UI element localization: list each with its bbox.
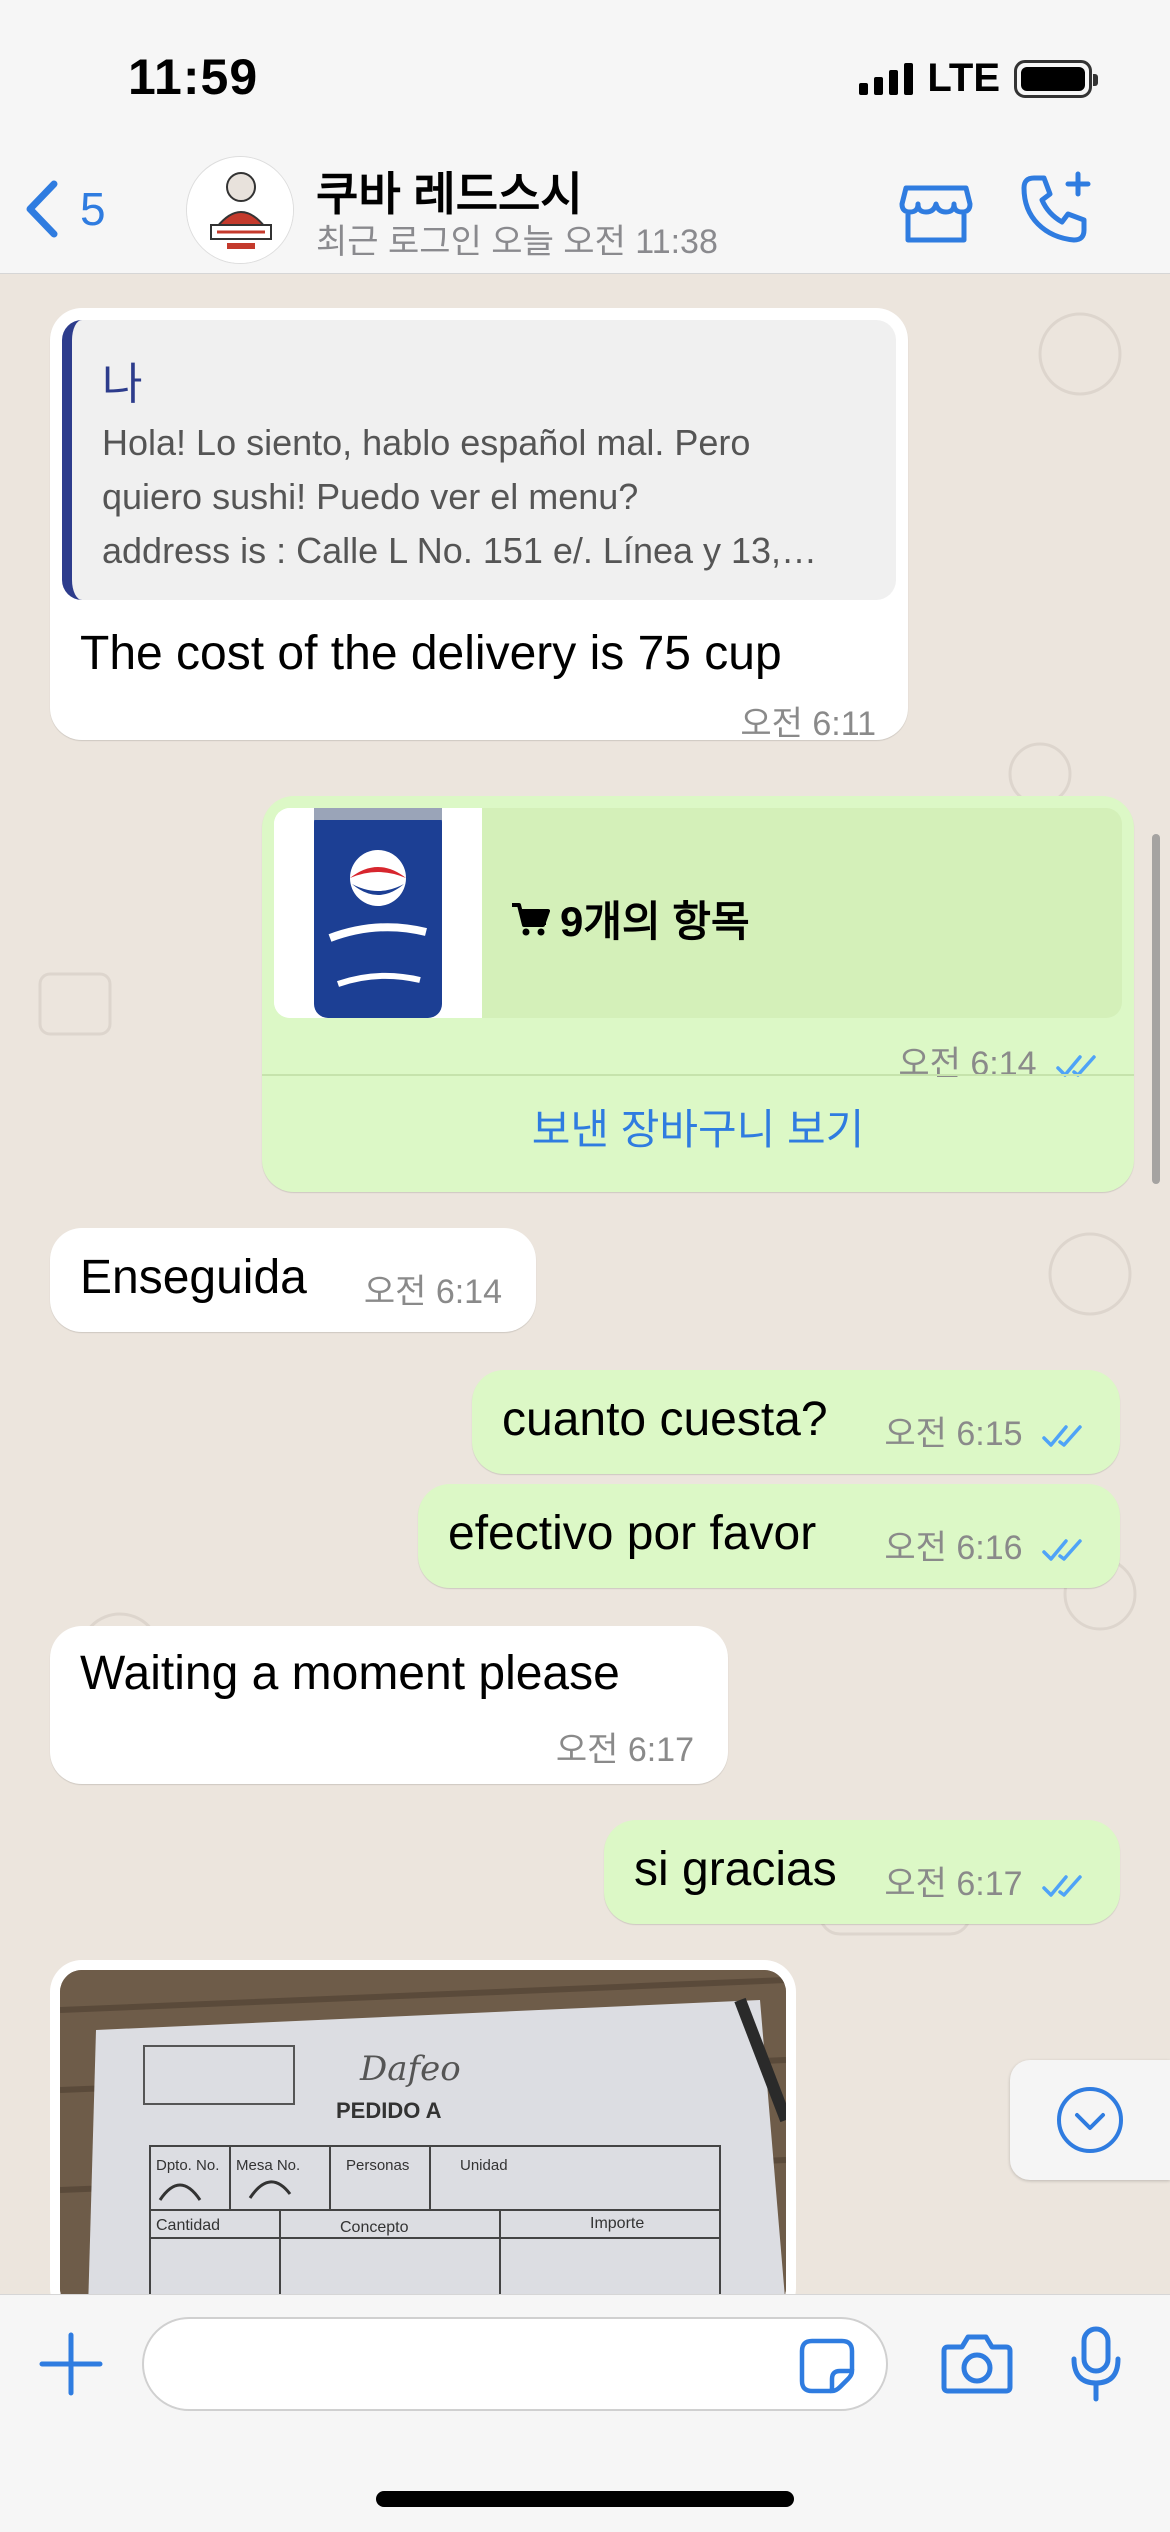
quote-author: 나 <box>102 360 143 409</box>
divider <box>262 1074 1134 1076</box>
message-time: 오전 6:15 <box>884 1415 1023 1453</box>
sticker-icon <box>799 2338 855 2394</box>
chat-area[interactable]: 나 Hola! Lo siento, hablo español mal. Pe… <box>0 274 1170 2294</box>
form-row-header: Cantidad <box>156 2217 220 2234</box>
product-thumbnail <box>274 808 482 1018</box>
attach-button[interactable] <box>36 2329 106 2399</box>
quoted-message[interactable]: 나 Hola! Lo siento, hablo español mal. Pe… <box>62 320 896 600</box>
message-incoming[interactable]: Waiting a moment please 오전 6:17 <box>50 1626 728 1784</box>
scrollbar[interactable] <box>1152 834 1160 1184</box>
cart-item-count: 9개의 항목 <box>560 898 750 945</box>
storefront-icon <box>899 185 973 243</box>
message-time: 오전 6:14 <box>898 1045 1037 1083</box>
chevron-down-circle-icon <box>1057 2087 1123 2153</box>
back-button[interactable]: 5 <box>22 178 106 240</box>
quote-text: Hola! Lo siento, hablo español mal. Pero… <box>102 416 874 578</box>
message-outgoing[interactable]: cuanto cuesta? 오전 6:15 <box>472 1370 1120 1474</box>
camera-icon <box>941 2334 1013 2394</box>
message-outgoing[interactable]: efectivo por favor 오전 6:16 <box>418 1484 1120 1588</box>
message-input-bar <box>0 2294 1170 2532</box>
form-col-label: Unidad <box>460 2157 508 2174</box>
unread-count: 5 <box>80 183 106 235</box>
quote-line: quiero sushi! Puedo ver el menu? <box>102 476 639 517</box>
message-incoming[interactable]: Enseguida 오전 6:14 <box>50 1228 536 1332</box>
shopping-cart-icon <box>512 902 550 935</box>
chat-header: 5 쿠바 레드스시 최근 로그인 오늘 오전 11:38 <box>0 150 1170 274</box>
message-time-wrap: 오전 6:16 <box>884 1520 1090 1569</box>
store-button[interactable] <box>896 170 976 250</box>
read-receipt-icon <box>1042 1539 1082 1561</box>
message-time-wrap: 오전 6:17 <box>884 1856 1090 1905</box>
message-text: si gracias <box>634 1843 837 1896</box>
read-receipt-icon <box>1042 1425 1082 1447</box>
message-outgoing[interactable]: si gracias 오전 6:17 <box>604 1820 1120 1924</box>
home-indicator[interactable] <box>376 2491 794 2507</box>
call-button[interactable] <box>1016 170 1096 250</box>
last-seen-status: 최근 로그인 오늘 오전 11:38 <box>316 223 718 261</box>
form-col-label: Personas <box>346 2157 409 2174</box>
camera-button[interactable] <box>940 2331 1014 2395</box>
view-cart-link[interactable]: 보낸 장바구니 보기 <box>262 1096 1134 1157</box>
network-label: LTE <box>927 56 1000 100</box>
pepsi-can-image <box>274 808 482 1018</box>
chevron-left-icon <box>26 180 58 238</box>
restaurant-logo <box>187 157 293 263</box>
form-col-label: Mesa No. <box>236 2157 300 2174</box>
microphone-icon <box>1071 2326 1121 2402</box>
phone-plus-icon <box>1021 171 1091 243</box>
message-input[interactable] <box>142 2317 888 2411</box>
battery-icon <box>1014 59 1098 98</box>
message-time-wrap: 오전 6:15 <box>884 1406 1090 1455</box>
message-incoming-photo[interactable]: Dafeo PEDIDO A Dpto. No. Mesa No. Person… <box>50 1960 796 2294</box>
message-incoming[interactable]: 나 Hola! Lo siento, hablo español mal. Pe… <box>50 308 908 743</box>
form-row-header: Concepto <box>340 2219 409 2236</box>
message-time: 오전 6:14 <box>363 1273 502 1311</box>
form-col-label: Dpto. No. <box>156 2157 219 2174</box>
status-bar: 11:59 LTE <box>0 0 1170 150</box>
message-time: 오전 6:17 <box>555 1731 694 1769</box>
avatar[interactable] <box>186 156 294 264</box>
form-title: PEDIDO A <box>336 2098 442 2123</box>
message-text: cuanto cuesta? <box>502 1393 828 1446</box>
message-time: 오전 6:17 <box>884 1865 1023 1903</box>
message-time-wrap: 오전 6:14 <box>898 1036 1104 1085</box>
order-form-photo: Dafeo PEDIDO A Dpto. No. Mesa No. Person… <box>60 1970 786 2294</box>
status-time: 11:59 <box>128 49 259 105</box>
message-text: The cost of the delivery is 75 cup <box>80 627 782 680</box>
handwriting-text: Dafeo <box>359 2049 461 2089</box>
message-text: efectivo por favor <box>448 1507 817 1560</box>
sticker-button[interactable] <box>798 2337 856 2395</box>
quote-line: Hola! Lo siento, hablo español mal. Pero <box>102 422 751 463</box>
plus-icon <box>39 2332 103 2396</box>
message-outgoing-cart[interactable]: 9개의 항목 오전 6:14 보낸 장바구니 보기 <box>262 796 1134 1192</box>
message-text: Waiting a moment please <box>80 1647 620 1700</box>
microphone-button[interactable] <box>1066 2325 1126 2403</box>
quote-line: address is : Calle L No. 151 e/. Línea y… <box>102 530 818 571</box>
message-time: 오전 6:16 <box>884 1529 1023 1567</box>
cart-card[interactable]: 9개의 항목 <box>274 808 1122 1018</box>
photo-attachment[interactable]: Dafeo PEDIDO A Dpto. No. Mesa No. Person… <box>60 1970 786 2294</box>
scroll-to-bottom-button[interactable] <box>1010 2060 1170 2180</box>
form-row-header: Importe <box>590 2215 644 2232</box>
message-text: Enseguida <box>80 1251 307 1304</box>
signal-icon <box>859 62 914 95</box>
read-receipt-icon <box>1042 1875 1082 1897</box>
status-indicators: LTE <box>859 56 1098 101</box>
cart-label: 9개의 항목 <box>510 888 750 949</box>
message-time: 오전 6:11 <box>740 705 876 743</box>
